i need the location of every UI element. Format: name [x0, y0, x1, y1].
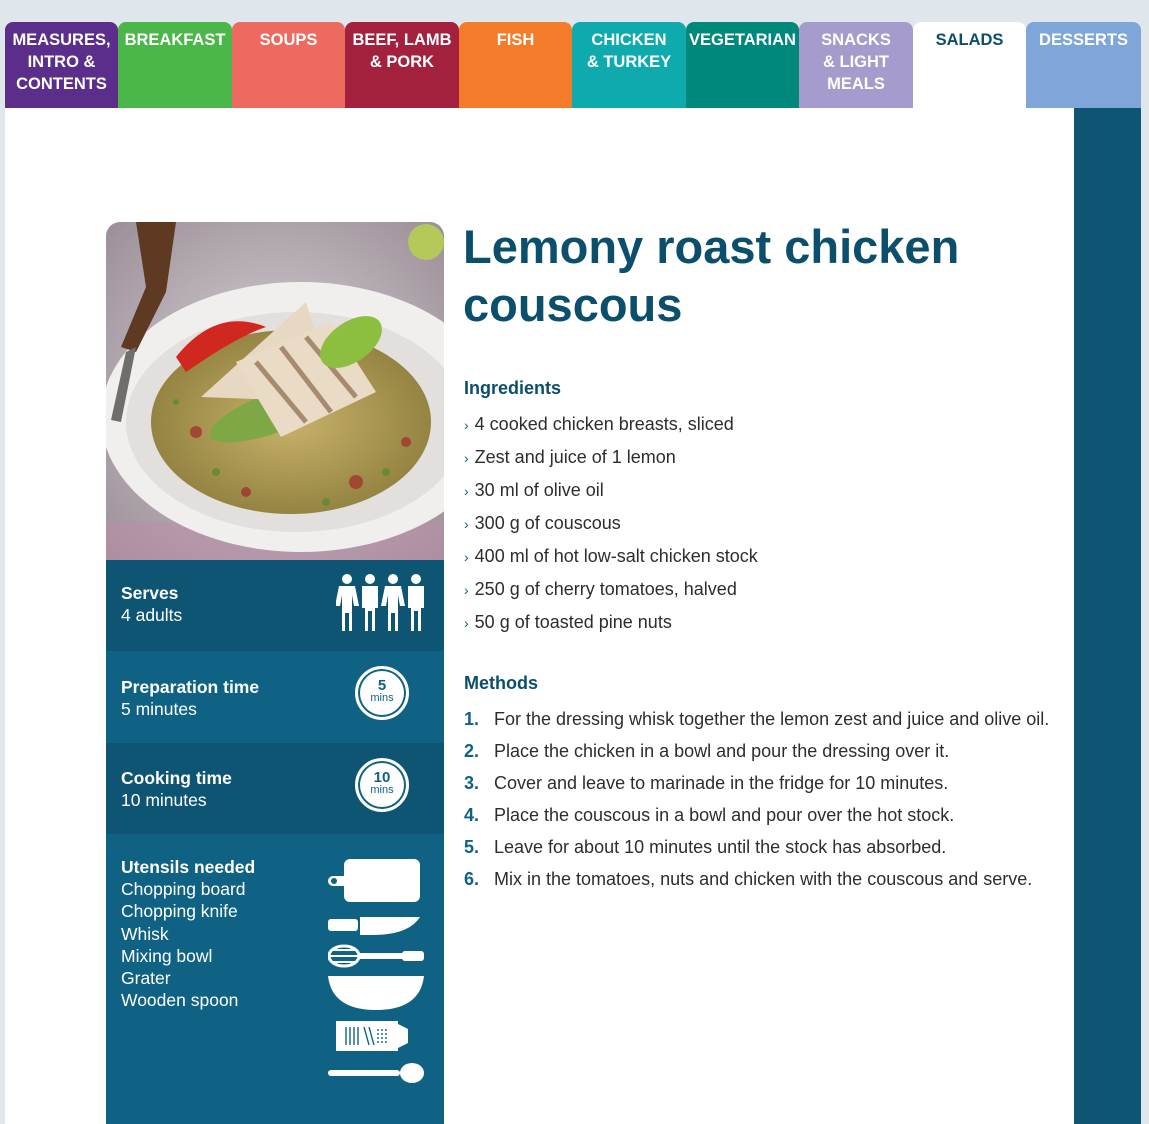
step-number: 6. — [464, 869, 480, 889]
prep-clock-number: 5 — [377, 677, 387, 694]
chopping-knife-icon — [328, 917, 420, 936]
method-step: 1. For the dressing whisk together the le… — [464, 703, 1049, 735]
ingredient-text: 400 ml of hot low-salt chicken stock — [474, 546, 758, 566]
tab-salads[interactable]: SALADS — [913, 22, 1026, 108]
grater-icon — [336, 1021, 408, 1051]
bullet-icon: › — [464, 615, 469, 631]
whisk-icon — [328, 944, 424, 968]
bullet-icon: › — [464, 549, 469, 565]
bullet-icon: › — [464, 417, 469, 433]
step-text: Place the couscous in a bowl and pour ov… — [494, 805, 955, 825]
ingredient-item: › 250 g of cherry tomatoes, halved — [464, 573, 758, 606]
method-step: 2. Place the chicken in a bowl and pour t… — [464, 735, 1049, 767]
tab-vegetarian[interactable]: VEGETARIAN — [686, 22, 799, 108]
ingredient-text: 300 g of couscous — [474, 513, 621, 533]
serves-panel: Serves 4 adults — [106, 560, 444, 651]
cook-clock-icon: 10 mins — [355, 758, 409, 812]
recipe-photo — [106, 222, 444, 560]
method-step: 5. Leave for about 10 minutes until the s… — [464, 831, 1049, 863]
methods-heading: Methods — [464, 673, 538, 693]
mixing-bowl-icon — [328, 976, 424, 1010]
prep-time-panel: Preparation time 5 minutes 5 mins — [106, 651, 444, 743]
people-icon — [336, 574, 424, 631]
method-step: 4. Place the couscous in a bowl and pour … — [464, 799, 1049, 831]
bullet-icon: › — [464, 516, 469, 532]
ingredient-text: 4 cooked chicken breasts, sliced — [474, 414, 734, 434]
ingredient-item: › 400 ml of hot low-salt chicken stock — [464, 540, 758, 573]
tab-chicken-turkey[interactable]: CHICKEN & TURKEY — [572, 22, 686, 108]
ingredient-text: 250 g of cherry tomatoes, halved — [474, 579, 737, 599]
category-tabs: MEASURES, INTRO & CONTENTS BREAKFAST SOUPS BE… — [5, 22, 1141, 108]
bullet-icon: › — [464, 483, 469, 499]
ingredients-heading: Ingredients — [464, 378, 562, 398]
method-step: 3. Cover and leave to marinade in the fri… — [464, 767, 1049, 799]
ingredient-item: › 50 g of toasted pine nuts — [464, 606, 758, 639]
tab-measures-intro-contents[interactable]: MEASURES, INTRO & CONTENTS — [5, 22, 118, 108]
tab-beef-lamb-pork[interactable]: BEEF, LAMB & PORK — [345, 22, 459, 108]
step-text: Place the chicken in a bowl and pour the… — [494, 741, 950, 761]
cook-clock-number: 10 — [373, 769, 391, 786]
step-number: 1. — [464, 709, 480, 729]
step-number: 4. — [464, 805, 480, 825]
methods-list: 1. For the dressing whisk together the le… — [464, 703, 1049, 895]
prep-clock-icon: 5 mins — [355, 666, 409, 720]
ingredient-text: 30 ml of olive oil — [474, 480, 604, 500]
utensils-panel: Utensils needed Chopping board Chopping … — [106, 834, 444, 1124]
ingredient-item: › 30 ml of olive oil — [464, 474, 758, 507]
step-text: Mix in the tomatoes, nuts and chicken wi… — [494, 869, 1033, 889]
chopping-board-icon — [328, 859, 420, 902]
tab-snacks-light-meals[interactable]: SNACKS & LIGHT MEALS — [799, 22, 913, 108]
step-number: 3. — [464, 773, 480, 793]
ingredient-text: Zest and juice of 1 lemon — [474, 447, 676, 467]
step-text: Cover and leave to marinade in the fridg… — [494, 773, 949, 793]
wooden-spoon-icon — [328, 1063, 424, 1083]
prep-clock-unit: mins — [370, 692, 394, 704]
ingredient-item: › Zest and juice of 1 lemon — [464, 441, 758, 474]
cook-clock-unit: mins — [370, 784, 394, 796]
tab-soups[interactable]: SOUPS — [232, 22, 345, 108]
step-text: Leave for about 10 minutes until the sto… — [494, 837, 947, 857]
tab-desserts[interactable]: DESSERTS — [1026, 22, 1141, 108]
tab-fish[interactable]: FISH — [459, 22, 572, 108]
tab-breakfast[interactable]: BREAKFAST — [118, 22, 232, 108]
ingredient-text: 50 g of toasted pine nuts — [474, 612, 672, 632]
step-number: 2. — [464, 741, 480, 761]
bullet-icon: › — [464, 582, 469, 598]
ingredient-item: › 4 cooked chicken breasts, sliced — [464, 408, 758, 441]
step-number: 5. — [464, 837, 480, 857]
step-text: For the dressing whisk together the lemo… — [494, 709, 1050, 729]
page-edge-band — [1074, 108, 1141, 1124]
ingredient-item: › 300 g of couscous — [464, 507, 758, 540]
ingredients-list: › 4 cooked chicken breasts, sliced › Zest a… — [464, 408, 758, 639]
recipe-title: Lemony roast chicken couscous — [463, 220, 960, 331]
method-step: 6. Mix in the tomatoes, nuts and chicken … — [464, 863, 1049, 895]
cooking-time-panel: Cooking time 10 minutes 10 mins — [106, 743, 444, 834]
bullet-icon: › — [464, 450, 469, 466]
